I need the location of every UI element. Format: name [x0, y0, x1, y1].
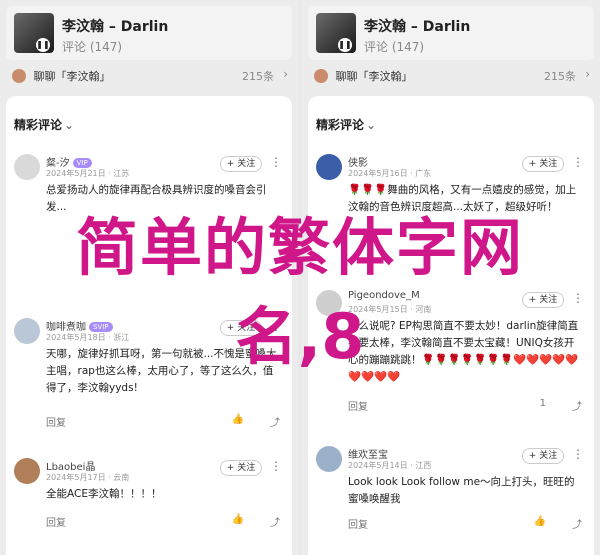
- pause-icon[interactable]: ❚❚: [338, 38, 352, 52]
- more-icon[interactable]: ⋮: [270, 319, 282, 333]
- comment-text: 🌹🌹🌹舞曲的风格，又有一点嬉皮的感觉，加上汶翰的音色辨识度超高...太妖了，超级…: [348, 184, 577, 213]
- avatar: [12, 69, 26, 83]
- chevron-down-icon: ⌄: [64, 118, 75, 132]
- reply-button[interactable]: 回复: [348, 516, 368, 531]
- more-icon[interactable]: ⋮: [572, 291, 584, 305]
- comment-author[interactable]: 粲-汐 VIP: [46, 154, 92, 169]
- sort-label: 精彩评论: [316, 118, 365, 132]
- comment-item: 咖啡煮咖 SVIP 2024年5月18日 · 浙江 + 关注 ⋮ 天哪，旋律好抓耳…: [6, 318, 292, 438]
- comment-actions: 回复 1 ⤴: [348, 398, 588, 413]
- song-title: 李汶翰 – Darlin: [62, 19, 169, 35]
- reply-button[interactable]: 回复: [46, 414, 66, 429]
- comment-text: 总爱扬动人的旋律再配合极具辨识度的嗓音会引发...: [46, 184, 267, 213]
- follow-button[interactable]: + 关注: [220, 156, 262, 172]
- avatar[interactable]: [14, 318, 40, 344]
- comment-count: 评论 (147): [62, 40, 123, 54]
- comment-item: 侠影 2024年5月16日 · 广东 + 关注 ⋮ 🌹🌹🌹舞曲的风格，又有一点嬉…: [308, 154, 594, 272]
- like-icon[interactable]: 1: [540, 398, 546, 409]
- share-icon[interactable]: ⤴: [572, 516, 582, 531]
- follow-button[interactable]: + 关注: [522, 292, 564, 308]
- comment-author[interactable]: 侠影: [348, 154, 368, 169]
- mini-player[interactable]: ❚❚ 李汶翰 – Darlin 评论 (147): [6, 6, 292, 60]
- chevron-down-icon: ⌄: [366, 118, 377, 132]
- comments-sheet: 精彩评论 ⌄ 侠影 2024年5月16日 · 广东 + 关注 ⋮ 🌹🌹🌹舞曲的风格…: [308, 96, 594, 555]
- share-icon[interactable]: ⤴: [572, 398, 582, 413]
- chat-entry[interactable]: 聊聊「李汶翰」 215条 ›: [12, 67, 288, 84]
- mini-player[interactable]: ❚❚ 李汶翰 – Darlin 评论 (147): [308, 6, 594, 60]
- left-pane: ❚❚ 李汶翰 – Darlin 评论 (147) 聊聊「李汶翰」 215条 › …: [0, 0, 298, 555]
- more-icon[interactable]: ⋮: [572, 447, 584, 461]
- comment-date: 2024年5月14日 · 江西: [348, 461, 432, 470]
- follow-button[interactable]: + 关注: [522, 156, 564, 172]
- comment-text: 全能ACE李汶翰！！！！: [46, 488, 162, 500]
- chevron-right-icon: ›: [283, 67, 288, 81]
- song-title: 李汶翰 – Darlin: [364, 19, 471, 35]
- comment-date: 2024年5月15日 · 河南: [348, 305, 432, 314]
- comment-text: Look look Look follow me～向上打头，旺旺的蜜嗓唤醒我: [348, 476, 575, 505]
- avatar[interactable]: [316, 290, 342, 316]
- comment-date: 2024年5月17日 · 云南: [46, 473, 130, 482]
- comment-item: Pigeondove_M 2024年5月15日 · 河南 + 关注 ⋮ 怎么说呢…: [308, 290, 594, 420]
- like-icon[interactable]: 👍: [232, 414, 244, 425]
- comment-author[interactable]: Lbaobei晶: [46, 458, 95, 473]
- comment-item: Lbaobei晶 2024年5月17日 · 云南 + 关注 ⋮ 全能ACE李汶翰…: [6, 458, 292, 538]
- comment-count: 评论 (147): [364, 40, 425, 54]
- avatar[interactable]: [316, 154, 342, 180]
- vip-badge: SVIP: [89, 322, 113, 332]
- follow-button[interactable]: + 关注: [220, 320, 262, 336]
- like-icon[interactable]: 👍: [534, 516, 546, 527]
- chevron-right-icon: ›: [585, 67, 590, 81]
- more-icon[interactable]: ⋮: [270, 155, 282, 169]
- comment-date: 2024年5月21日 · 江苏: [46, 169, 130, 178]
- comment-actions: 回复 👍 ⤴: [46, 414, 286, 429]
- avatar: [314, 69, 328, 83]
- share-icon[interactable]: ⤴: [270, 514, 280, 529]
- chat-count: 215条: [242, 70, 274, 83]
- chat-entry[interactable]: 聊聊「李汶翰」 215条 ›: [314, 67, 590, 84]
- follow-button[interactable]: + 关注: [220, 460, 262, 476]
- avatar[interactable]: [14, 154, 40, 180]
- sort-dropdown[interactable]: 精彩评论 ⌄: [316, 116, 376, 133]
- reply-button[interactable]: 回复: [348, 398, 368, 413]
- sort-dropdown[interactable]: 精彩评论 ⌄: [14, 116, 74, 133]
- chat-label: 聊聊「李汶翰」: [335, 70, 413, 83]
- pause-icon[interactable]: ❚❚: [36, 38, 50, 52]
- comment-actions: 回复 👍 ⤴: [348, 516, 588, 531]
- share-icon[interactable]: ⤴: [270, 414, 280, 429]
- comments-sheet: 精彩评论 ⌄ 粲-汐 VIP 2024年5月21日 · 江苏 + 关注 ⋮ 总爱扬动…: [6, 96, 292, 555]
- comment-text: 天哪，旋律好抓耳呀，第一句就被...不愧是蜜嗓大主唱，rap也这么棒，太用心了，…: [46, 348, 277, 394]
- like-icon[interactable]: 👍: [232, 514, 244, 525]
- chat-label: 聊聊「李汶翰」: [33, 70, 111, 83]
- sort-label: 精彩评论: [14, 118, 63, 132]
- comment-item: 维欢至宝 2024年5月14日 · 江西 + 关注 ⋮ Look look Lo…: [308, 446, 594, 536]
- reply-button[interactable]: 回复: [46, 514, 66, 529]
- more-icon[interactable]: ⋮: [270, 459, 282, 473]
- comment-date: 2024年5月18日 · 浙江: [46, 333, 130, 342]
- follow-button[interactable]: + 关注: [522, 448, 564, 464]
- comment-item: 粲-汐 VIP 2024年5月21日 · 江苏 + 关注 ⋮ 总爱扬动人的旋律再配…: [6, 154, 292, 272]
- vip-badge: VIP: [72, 158, 92, 168]
- comment-date: 2024年5月16日 · 广东: [348, 169, 432, 178]
- avatar[interactable]: [14, 458, 40, 484]
- comment-author[interactable]: 维欢至宝: [348, 446, 388, 461]
- chat-count: 215条: [544, 70, 576, 83]
- comment-actions: 回复 👍 ⤴: [46, 514, 286, 529]
- comment-text: 怎么说呢? EP构思简直不要太妙！darlin旋律简直不要太棒，李汶翰简直不要太…: [348, 320, 579, 383]
- more-icon[interactable]: ⋮: [572, 155, 584, 169]
- comment-author[interactable]: 咖啡煮咖 SVIP: [46, 318, 113, 333]
- comment-author[interactable]: Pigeondove_M: [348, 290, 420, 301]
- right-pane: ❚❚ 李汶翰 – Darlin 评论 (147) 聊聊「李汶翰」 215条 › …: [302, 0, 600, 555]
- avatar[interactable]: [316, 446, 342, 472]
